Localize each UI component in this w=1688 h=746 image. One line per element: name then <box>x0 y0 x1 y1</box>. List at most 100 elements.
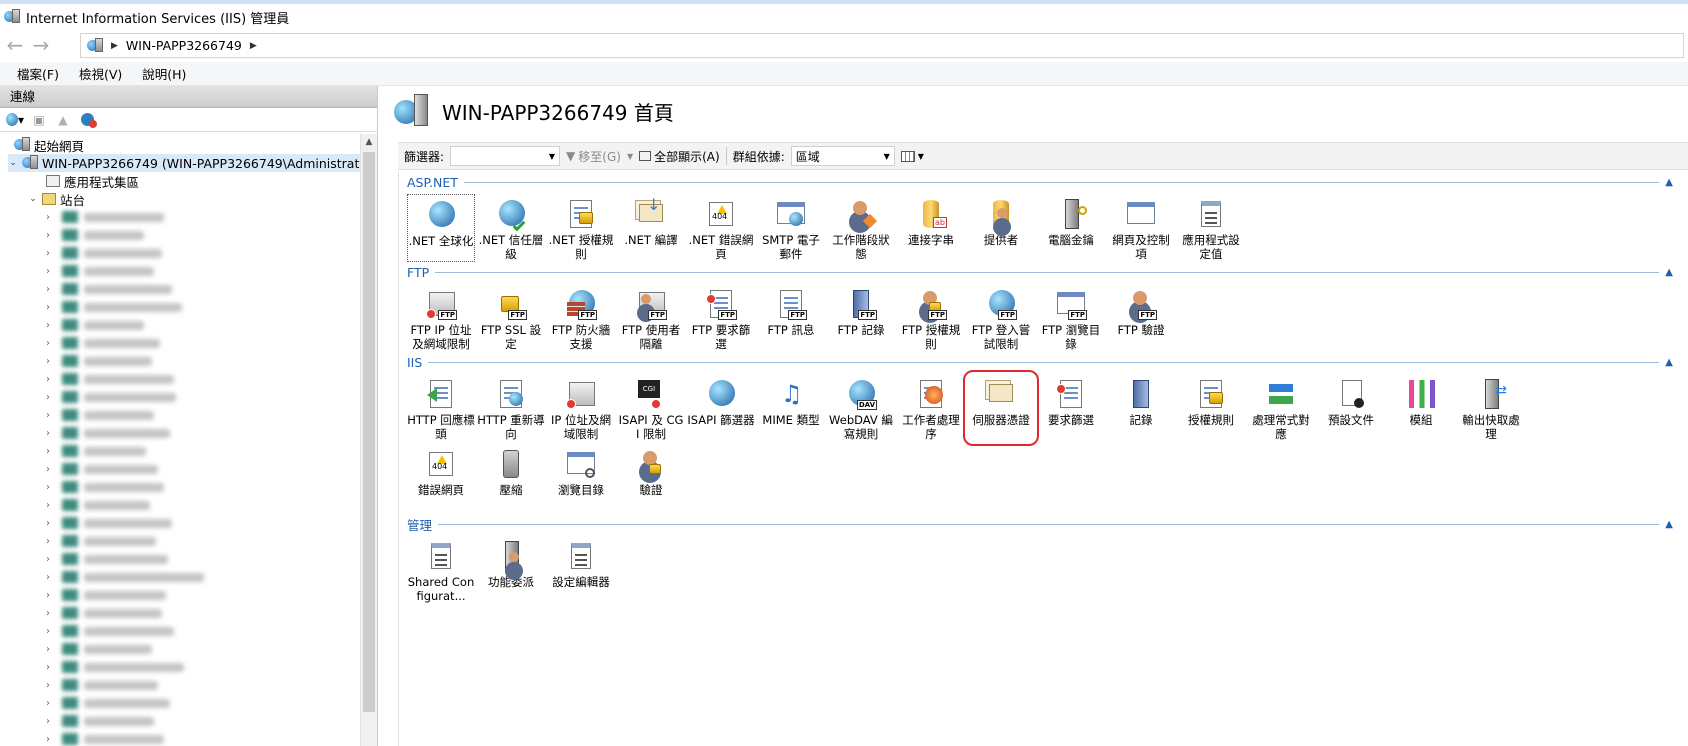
tree-item-start-page[interactable]: 起始網頁 <box>14 136 84 154</box>
feature-session-state[interactable]: 工作階段狀態 <box>827 194 895 262</box>
feature-ftp-messages[interactable]: FTP FTP 訊息 <box>757 284 825 352</box>
feature-ftp-authentication[interactable]: FTP FTP 驗證 <box>1107 284 1175 352</box>
connections-scrollbar[interactable]: ▲ <box>360 134 377 746</box>
feature-ftp-ip-restrictions[interactable]: FTP FTP IP 位址及網域限制 <box>407 284 475 352</box>
collapse-caret-icon[interactable]: ▲ <box>1659 357 1673 368</box>
feature-server-certificates[interactable]: 伺服器憑證 <box>963 370 1039 446</box>
feature-request-filtering[interactable]: 要求篩選 <box>1037 374 1105 442</box>
feature-providers[interactable]: 提供者 <box>967 194 1035 262</box>
tree-item-site[interactable]: › <box>46 552 168 566</box>
feature-http-response-headers[interactable]: HTTP 回應標頭 <box>407 374 475 442</box>
feature-ftp-request-filtering[interactable]: FTP FTP 要求篩選 <box>687 284 755 352</box>
feature-ip-domain-restrictions[interactable]: IP 位址及網域限制 <box>547 374 615 442</box>
feature-net-authorization[interactable]: .NET 授權規則 <box>547 194 615 262</box>
tree-item-site[interactable]: › <box>46 516 172 530</box>
tree-item-site[interactable]: › <box>46 642 152 656</box>
save-icon[interactable]: ▣ <box>30 112 48 128</box>
feature-directory-browsing[interactable]: 瀏覽目錄 <box>547 444 615 512</box>
dropdown-arrow-icon[interactable]: ▼ <box>884 152 890 161</box>
breadcrumb-server[interactable]: WIN-PAPP3266749 <box>126 38 242 53</box>
tree-item-app-pools[interactable]: 應用程式集區 <box>46 172 139 190</box>
feature-authorization-rules[interactable]: 授權規則 <box>1177 374 1245 442</box>
feature-ftp-authorization-rules[interactable]: FTP FTP 授權規則 <box>897 284 965 352</box>
feature-connection-strings[interactable]: ab 連接字串 <box>897 194 965 262</box>
view-mode-button[interactable]: ▼ <box>900 150 924 162</box>
tree-item-site[interactable]: › <box>46 660 184 674</box>
tree-item-site[interactable]: › <box>46 714 154 728</box>
tree-item-site[interactable]: › <box>46 390 176 404</box>
feature-logging[interactable]: 記錄 <box>1107 374 1175 442</box>
tree-item-site[interactable]: › <box>46 210 164 224</box>
feature-webdav-authoring[interactable]: DAV WebDAV 編寫規則 <box>827 374 895 442</box>
feature-net-trust-levels[interactable]: .NET 信任層級 <box>477 194 545 262</box>
go-button[interactable]: ▼ 移至(G) <box>566 148 621 165</box>
feature-shared-configuration[interactable]: Shared Configurat... <box>407 536 475 604</box>
tree-item-site[interactable]: › <box>46 678 158 692</box>
tree-item-site[interactable]: › <box>46 624 174 638</box>
tree-item-site[interactable]: › <box>46 462 158 476</box>
feature-pages-controls[interactable]: 網頁及控制項 <box>1107 194 1175 262</box>
feature-ftp-directory-browsing[interactable]: FTP FTP 瀏覽目錄 <box>1037 284 1105 352</box>
feature-feature-delegation[interactable]: 功能委派 <box>477 536 545 604</box>
feature-compression[interactable]: 壓縮 <box>477 444 545 512</box>
feature-modules[interactable]: 模組 <box>1387 374 1455 442</box>
show-all-button[interactable]: 全部顯示(A) <box>639 148 720 165</box>
feature-worker-processes[interactable]: 工作者處理序 <box>897 374 965 442</box>
feature-ftp-firewall[interactable]: FTP FTP 防火牆支援 <box>547 284 615 352</box>
menu-view[interactable]: 檢視(V) <box>70 62 131 85</box>
forward-arrow-icon[interactable]: → <box>30 35 52 57</box>
dropdown-arrow-icon[interactable]: ▼ <box>549 152 555 161</box>
feature-authentication[interactable]: 驗證 <box>617 444 685 512</box>
group-by-select[interactable]: 區域 ▼ <box>790 146 895 166</box>
tree-item-server[interactable]: ⌄ WIN-PAPP3266749 (WIN-PAPP3266749\Admin… <box>8 154 360 172</box>
tree-item-site[interactable]: › <box>46 696 170 710</box>
tree-item-site[interactable]: › <box>46 264 154 278</box>
feature-ftp-logon-attempt[interactable]: FTP FTP 登入嘗試限制 <box>967 284 1035 352</box>
collapse-chevron-icon[interactable]: ⌄ <box>28 194 38 204</box>
tree-item-site[interactable]: › <box>46 606 162 620</box>
menu-help[interactable]: 說明(H) <box>133 62 195 85</box>
back-arrow-icon[interactable]: ← <box>4 35 26 57</box>
tree-item-site[interactable]: › <box>46 336 160 350</box>
feature-net-compilation[interactable]: ↓ .NET 編譯 <box>617 194 685 262</box>
feature-handler-mappings[interactable]: 處理常式對應 <box>1247 374 1315 442</box>
feature-ftp-ssl[interactable]: FTP FTP SSL 設定 <box>477 284 545 352</box>
connect-globe-icon[interactable]: ▾ <box>6 112 24 128</box>
feature-mime-types[interactable]: ♫ MIME 類型 <box>757 374 825 442</box>
go-dropdown-icon[interactable]: ▼ <box>627 152 633 161</box>
feature-default-document[interactable]: 預設文件 <box>1317 374 1385 442</box>
tree-item-site[interactable]: › <box>46 570 204 584</box>
collapse-caret-icon[interactable]: ▲ <box>1659 267 1673 278</box>
feature-http-redirect[interactable]: HTTP 重新導向 <box>477 374 545 442</box>
menu-file[interactable]: 檔案(F) <box>8 62 68 85</box>
tree-item-site[interactable]: › <box>46 498 150 512</box>
collapse-caret-icon[interactable]: ▲ <box>1659 177 1673 188</box>
up-icon[interactable]: ▲ <box>54 112 72 128</box>
tree-item-site[interactable]: › <box>46 300 182 314</box>
feature-configuration-editor[interactable]: 設定編輯器 <box>547 536 615 604</box>
tree-item-site[interactable]: › <box>46 282 172 296</box>
tree-item-site[interactable]: › <box>46 732 164 746</box>
tree-item-site[interactable]: › <box>46 228 144 242</box>
tree-item-sites[interactable]: ⌄ 站台 <box>28 190 85 208</box>
scroll-up-icon[interactable]: ▲ <box>361 134 377 151</box>
tree-item-site[interactable]: › <box>46 534 156 548</box>
feature-error-pages[interactable]: 錯誤網頁 <box>407 444 475 512</box>
disconnect-icon[interactable] <box>78 112 97 128</box>
collapse-caret-icon[interactable]: ▲ <box>1659 519 1673 530</box>
feature-smtp-email[interactable]: SMTP 電子郵件 <box>757 194 825 262</box>
feature-net-globalization[interactable]: .NET 全球化 <box>407 194 475 262</box>
tree-item-site[interactable]: › <box>46 588 166 602</box>
tree-item-site[interactable]: › <box>46 480 164 494</box>
breadcrumb-arrow-icon[interactable]: ▶ <box>111 41 118 51</box>
feature-machine-key[interactable]: 電腦金鑰 <box>1037 194 1105 262</box>
tree-item-site[interactable]: › <box>46 354 152 368</box>
tree-item-site[interactable]: › <box>46 318 144 332</box>
tree-item-site[interactable]: › <box>46 408 154 422</box>
feature-net-error-pages[interactable]: .NET 錯誤網頁 <box>687 194 755 262</box>
feature-isapi-filters[interactable]: ISAPI 篩選器 <box>687 374 755 442</box>
feature-isapi-cgi-restrictions[interactable]: CGI ISAPI 及 CGI 限制 <box>617 374 685 442</box>
feature-ftp-logging[interactable]: FTP FTP 記錄 <box>827 284 895 352</box>
address-bar[interactable]: ▶ WIN-PAPP3266749 ▶ <box>80 33 1684 58</box>
scroll-thumb[interactable] <box>363 152 375 712</box>
